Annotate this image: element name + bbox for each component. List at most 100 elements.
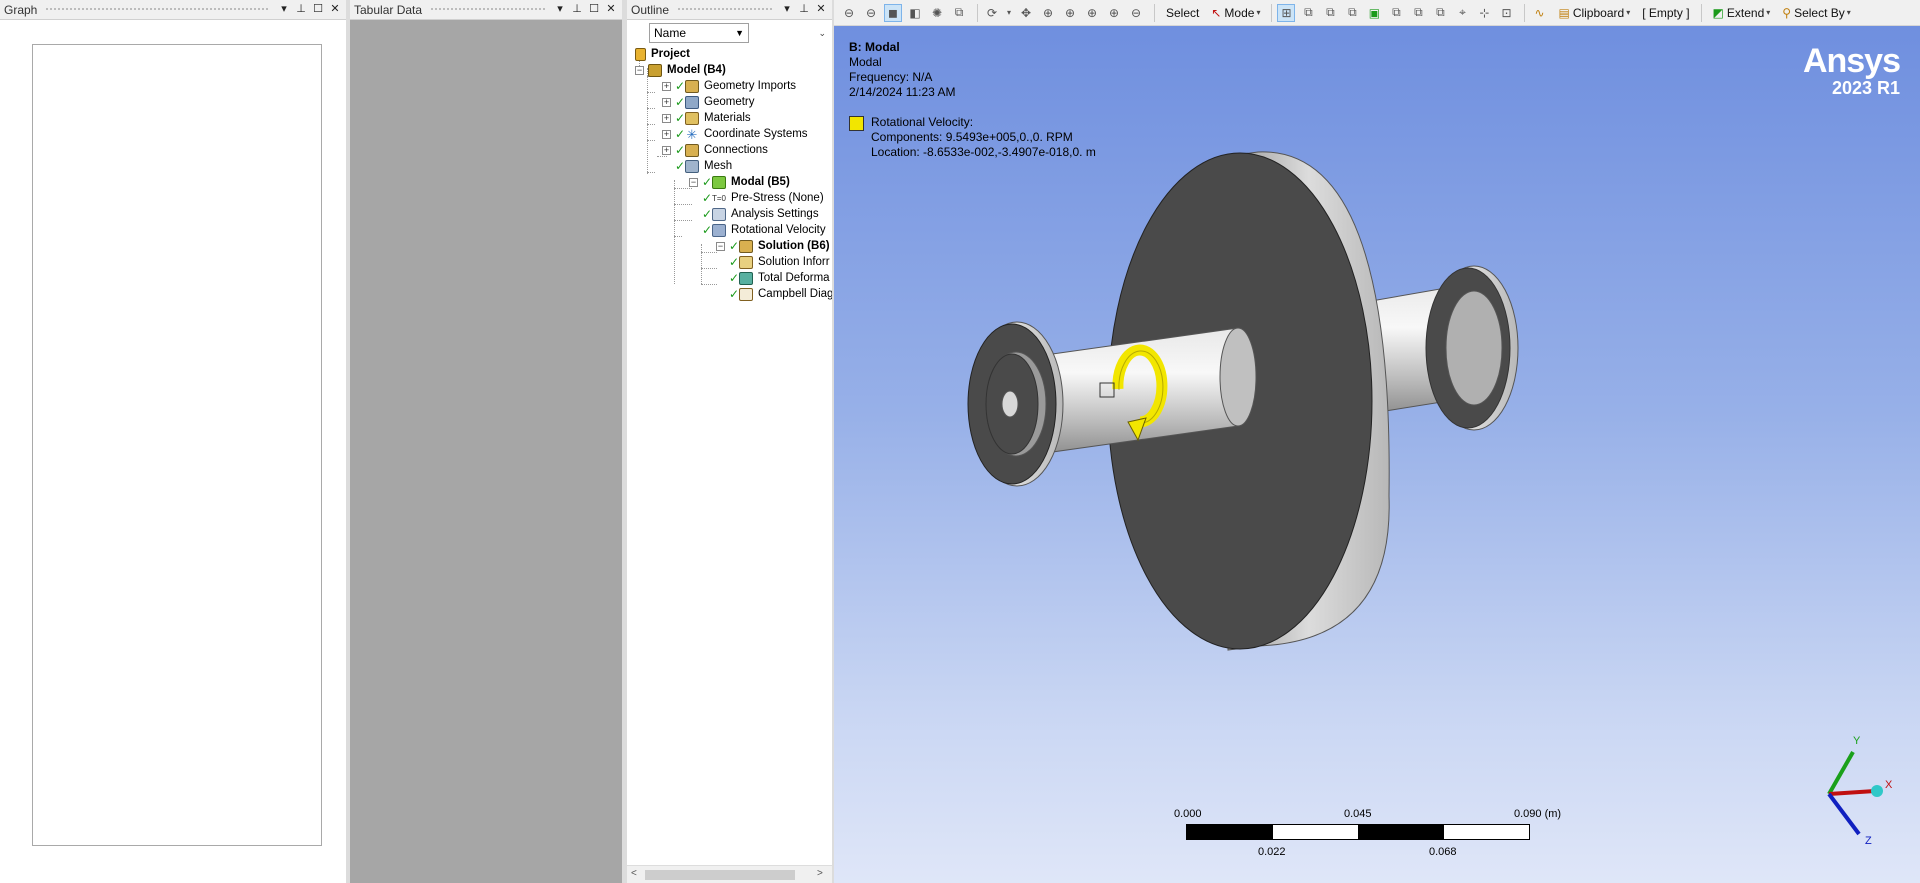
tree-item-connections[interactable]: + ✓ Connections bbox=[662, 142, 768, 158]
scrollbar-thumb[interactable] bbox=[645, 870, 795, 880]
dropdown-icon[interactable]: ▾ bbox=[277, 3, 291, 17]
connections-icon bbox=[685, 143, 699, 157]
collapse-icon[interactable]: − bbox=[689, 177, 698, 187]
right-flange[interactable] bbox=[1425, 265, 1519, 431]
expand-icon[interactable]: + bbox=[662, 97, 671, 107]
close-icon[interactable]: ✕ bbox=[814, 3, 828, 17]
rotate-icon[interactable]: ⟳ bbox=[983, 4, 1001, 22]
close-icon[interactable]: ✕ bbox=[604, 3, 618, 17]
tree-item-label: Solution Inforr bbox=[758, 256, 830, 268]
3d-scene[interactable]: B: Modal Modal Frequency: N/A 2/14/2024 … bbox=[834, 26, 1920, 883]
tree-item-model[interactable]: − Model (B4) bbox=[635, 62, 726, 78]
tree-item-project[interactable]: Project bbox=[635, 46, 690, 62]
clipboard-dropdown[interactable]: ▤ Clipboard ▾ bbox=[1558, 6, 1630, 20]
pin-icon[interactable]: ⊥ bbox=[797, 3, 811, 17]
zoom-in-icon[interactable]: ⊕ bbox=[1039, 4, 1057, 22]
tree-item-label: Solution (B6) bbox=[758, 240, 830, 252]
mesh-icon bbox=[685, 159, 699, 173]
chevron-down-icon: ▾ bbox=[1846, 8, 1851, 17]
select-xyz-icon[interactable]: ⌖ bbox=[1453, 4, 1471, 22]
graph-icon[interactable]: ∿ bbox=[1530, 4, 1548, 22]
collapse-icon[interactable]: − bbox=[716, 241, 725, 251]
select-probe-icon[interactable]: ⊹ bbox=[1475, 4, 1493, 22]
select-button[interactable]: Select bbox=[1166, 6, 1199, 20]
extend-dropdown[interactable]: ◩ Extend ▾ bbox=[1713, 6, 1771, 20]
magnifier-icon[interactable]: ⊕ bbox=[1105, 4, 1123, 22]
zoom-icon[interactable]: ⊖ bbox=[862, 4, 880, 22]
maximize-icon[interactable]: ☐ bbox=[587, 3, 601, 17]
tree-item-analysis-settings[interactable]: ✓ Analysis Settings bbox=[702, 206, 819, 222]
axis-triad[interactable]: Y X Z bbox=[1809, 726, 1899, 846]
tree-item-pre-stress[interactable]: ✓ T=0 Pre-Stress (None) bbox=[702, 190, 824, 206]
dropdown-icon[interactable]: ▾ bbox=[553, 3, 567, 17]
expand-icon[interactable]: + bbox=[662, 113, 671, 123]
scroll-right-icon[interactable]: > bbox=[817, 868, 823, 879]
tree-item-campbell-diagram[interactable]: ✓ Campbell Diagi bbox=[729, 286, 832, 302]
pan-icon[interactable]: ✥ bbox=[1017, 4, 1035, 22]
dropdown-icon[interactable]: ▾ bbox=[780, 3, 794, 17]
expand-icon[interactable]: + bbox=[662, 81, 671, 91]
scale-label: 0.090 (m) bbox=[1514, 808, 1562, 820]
panel-grip[interactable] bbox=[45, 7, 270, 12]
tree-item-modal[interactable]: − ✓ Modal (B5) bbox=[689, 174, 790, 190]
pin-icon[interactable]: ⊥ bbox=[294, 3, 308, 17]
zoom-to-fit-icon[interactable]: ⊕ bbox=[1083, 4, 1101, 22]
tree-item-solution-information[interactable]: ✓ Solution Inforr bbox=[729, 254, 830, 270]
rotor-model[interactable] bbox=[834, 26, 1920, 883]
box-zoom-icon[interactable]: ⊕ bbox=[1061, 4, 1079, 22]
geometry-icon bbox=[685, 95, 699, 109]
scale-bar: 0.000 0.045 0.090 (m) 0.022 0.068 bbox=[1174, 806, 1566, 866]
checkmark-icon: ✓ bbox=[675, 79, 686, 93]
tabular-panel-header[interactable]: Tabular Data ▾ ⊥ ☐ ✕ bbox=[350, 0, 622, 20]
tree-item-label: Connections bbox=[704, 144, 768, 156]
checkmark-icon: ✓ bbox=[675, 143, 686, 157]
tree-item-geometry-imports[interactable]: + ✓ Geometry Imports bbox=[662, 78, 796, 94]
outline-panel-header[interactable]: Outline ▾ ⊥ ✕ bbox=[627, 0, 832, 20]
y-axis-label: Y bbox=[1853, 735, 1861, 747]
close-icon[interactable]: ✕ bbox=[328, 3, 342, 17]
select-element-icon[interactable]: ⧉ bbox=[1409, 4, 1427, 22]
tree-item-coordinate-systems[interactable]: + ✓ ✳ Coordinate Systems bbox=[662, 126, 808, 142]
shaded-view-icon[interactable]: ◼ bbox=[884, 3, 902, 22]
select-body-icon[interactable]: ⧉ bbox=[1343, 4, 1361, 22]
graphics-option-icon[interactable]: ⧉ bbox=[950, 4, 968, 22]
maximize-icon[interactable]: ☐ bbox=[311, 3, 325, 17]
horizontal-scrollbar[interactable]: < > bbox=[627, 865, 832, 883]
select-element-face-icon[interactable]: ⧉ bbox=[1387, 4, 1405, 22]
more-options-icon[interactable]: ⌄ bbox=[818, 28, 826, 39]
select-vertex-icon[interactable]: ⊞ bbox=[1277, 3, 1296, 22]
expand-icon[interactable]: + bbox=[662, 145, 671, 155]
select-mesh-icon[interactable]: ⧉ bbox=[1431, 4, 1449, 22]
expand-icon[interactable]: + bbox=[662, 129, 671, 139]
tree-item-geometry[interactable]: + ✓ Geometry bbox=[662, 94, 755, 110]
tree-item-materials[interactable]: + ✓ Materials bbox=[662, 110, 751, 126]
checkmark-icon: ✓ bbox=[675, 111, 686, 125]
select-face-icon[interactable]: ⧉ bbox=[1321, 4, 1339, 22]
name-filter-select[interactable]: Name ▼ bbox=[649, 23, 749, 43]
select-edge-icon[interactable]: ⧉ bbox=[1299, 4, 1317, 22]
tree-item-total-deformation[interactable]: ✓ Total Deforma bbox=[729, 270, 830, 286]
pin-icon[interactable]: ⊥ bbox=[570, 3, 584, 17]
checkmark-icon: ✓ bbox=[729, 239, 740, 253]
select-by-dropdown[interactable]: ⚲ Select By ▾ bbox=[1782, 6, 1851, 20]
graph-panel-header[interactable]: Graph ▾ ⊥ ☐ ✕ bbox=[0, 0, 346, 20]
collapse-icon[interactable]: − bbox=[635, 65, 644, 75]
tree-item-mesh[interactable]: ✓ Mesh bbox=[675, 158, 732, 174]
display-style-icon[interactable]: ✺ bbox=[928, 4, 946, 22]
tree-item-label: Pre-Stress (None) bbox=[731, 192, 824, 204]
zoom-previous-icon[interactable]: ⊖ bbox=[1127, 4, 1145, 22]
select-node-icon[interactable]: ▣ bbox=[1365, 4, 1383, 22]
select-annotation-icon[interactable]: ⊡ bbox=[1497, 4, 1515, 22]
tree-item-rotational-velocity[interactable]: ✓ Rotational Velocity bbox=[702, 222, 826, 238]
scroll-left-icon[interactable]: < bbox=[631, 868, 637, 879]
panel-grip[interactable] bbox=[430, 7, 546, 12]
chevron-down-icon[interactable]: ▾ bbox=[1005, 4, 1013, 22]
checkmark-icon: ✓ bbox=[675, 95, 686, 109]
left-flange[interactable] bbox=[967, 321, 1064, 487]
tree-item-label: Project bbox=[651, 48, 690, 60]
panel-grip[interactable] bbox=[677, 7, 773, 12]
mode-dropdown[interactable]: ↖ Mode ▾ bbox=[1211, 6, 1260, 20]
tree-item-solution[interactable]: − ✓ Solution (B6) bbox=[689, 238, 830, 254]
wireframe-icon[interactable]: ◧ bbox=[906, 4, 924, 22]
zoom-out-icon[interactable]: ⊖ bbox=[840, 4, 858, 22]
